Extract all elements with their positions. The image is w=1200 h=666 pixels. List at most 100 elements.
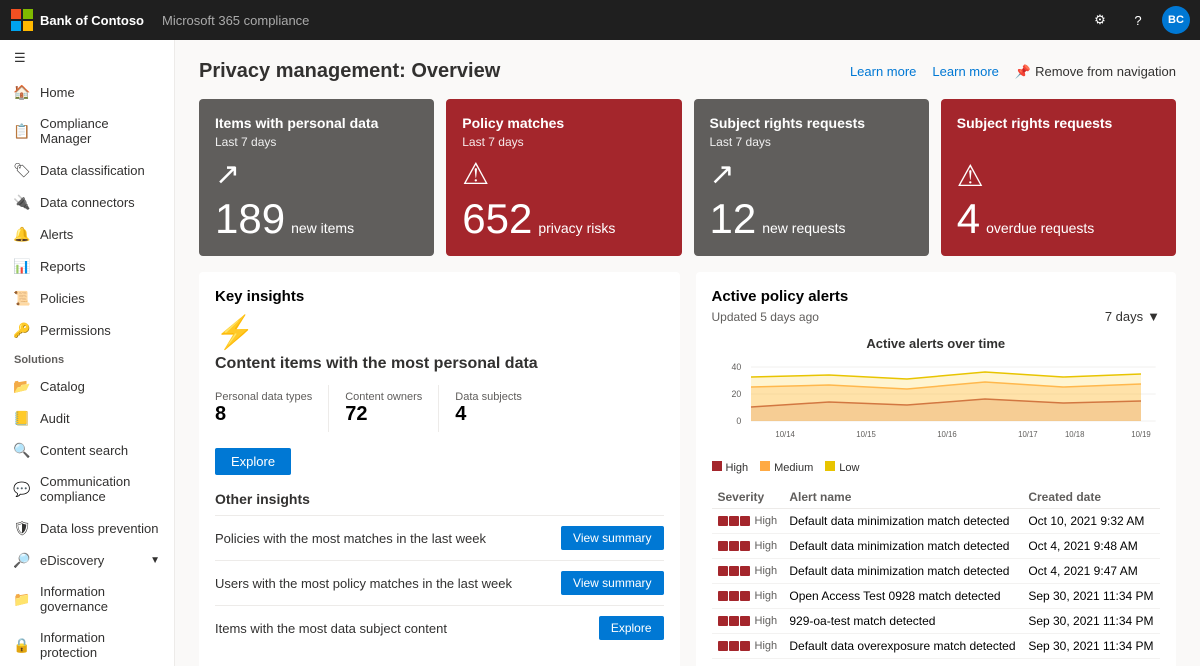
sidebar-item-audit[interactable]: 📒 Audit bbox=[0, 402, 174, 434]
sidebar-label-dlp: Data loss prevention bbox=[40, 521, 159, 536]
permissions-icon: 🔑 bbox=[14, 322, 30, 338]
stat-label-0: Personal data types bbox=[215, 391, 312, 403]
svg-text:10/15: 10/15 bbox=[856, 430, 876, 439]
help-icon[interactable]: ? bbox=[1124, 6, 1152, 34]
table-row: High Default data overexposure match det… bbox=[712, 634, 1161, 659]
sidebar-item-ediscovery[interactable]: 🔎 eDiscovery ▼ bbox=[0, 544, 174, 576]
card-value-0: 189 new items bbox=[215, 198, 418, 240]
ediscovery-expand-icon: ▼ bbox=[150, 555, 160, 566]
sidebar-item-catalog[interactable]: 📂 Catalog bbox=[0, 370, 174, 402]
hamburger-menu[interactable]: ☰ bbox=[0, 40, 174, 76]
sidebar-item-reports[interactable]: 📊 Reports bbox=[0, 250, 174, 282]
severity-badge-2-3 bbox=[729, 591, 739, 601]
card-policy-matches[interactable]: Policy matches Last 7 days ⚠ 652 privacy… bbox=[446, 99, 681, 256]
solutions-section-label: Solutions bbox=[0, 346, 174, 370]
card-items-personal-data[interactable]: Items with personal data Last 7 days ↗ 1… bbox=[199, 99, 434, 256]
sidebar-item-compliance-manager[interactable]: 📋 Compliance Manager bbox=[0, 108, 174, 154]
sidebar-item-data-connectors[interactable]: 🔌 Data connectors bbox=[0, 186, 174, 218]
view-summary-button-0[interactable]: View summary bbox=[561, 526, 663, 550]
sidebar-label-compliance-manager: Compliance Manager bbox=[40, 116, 160, 146]
insight-row-2: Items with the most data subject content… bbox=[215, 605, 664, 650]
sidebar-item-information-protection[interactable]: 🔒 Information protection bbox=[0, 622, 174, 666]
severity-label-1: High bbox=[755, 540, 778, 552]
severity-label-5: High bbox=[755, 640, 778, 652]
sidebar-item-content-search[interactable]: 🔍 Content search bbox=[0, 434, 174, 466]
sidebar-label-catalog: Catalog bbox=[40, 379, 85, 394]
severity-badge-3-4 bbox=[740, 616, 750, 626]
severity-label-0: High bbox=[755, 515, 778, 527]
sidebar-item-home[interactable]: 🏠 Home bbox=[0, 76, 174, 108]
card-subtitle-1: Last 7 days bbox=[462, 135, 665, 149]
chart-title: Active alerts over time bbox=[712, 336, 1161, 351]
alerts-updated: Updated 5 days ago 7 days ▼ bbox=[712, 309, 1161, 324]
sidebar-item-policies[interactable]: 📜 Policies bbox=[0, 282, 174, 314]
stat-personal-data-types: Personal data types 8 bbox=[215, 385, 329, 432]
cell-severity-0: High bbox=[712, 509, 784, 534]
sidebar-label-content-search: Content search bbox=[40, 443, 128, 458]
cell-name-2: Default data minimization match detected bbox=[783, 559, 1022, 584]
insight-row-1: Users with the most policy matches in th… bbox=[215, 560, 664, 605]
severity-badges-4 bbox=[718, 616, 750, 626]
audit-icon: 📒 bbox=[14, 410, 30, 426]
other-insights-title: Other insights bbox=[215, 491, 664, 507]
sidebar-label-policies: Policies bbox=[40, 291, 85, 306]
sidebar-item-communication-compliance[interactable]: 💬 Communication compliance bbox=[0, 466, 174, 512]
card-subject-rights-overdue[interactable]: Subject rights requests ⚠ 4 overdue requ… bbox=[941, 99, 1176, 256]
sidebar-item-data-classification[interactable]: 🏷 Data classification bbox=[0, 154, 174, 186]
cell-severity-5: High bbox=[712, 634, 784, 659]
sidebar-item-information-governance[interactable]: 📁 Information governance bbox=[0, 576, 174, 622]
svg-text:0: 0 bbox=[736, 416, 741, 426]
cell-date-0: Oct 10, 2021 9:32 AM bbox=[1022, 509, 1160, 534]
table-row: High Open Access Test 0928 match detecte… bbox=[712, 659, 1161, 666]
severity-badges-1 bbox=[718, 541, 750, 551]
cell-name-3: Open Access Test 0928 match detected bbox=[783, 584, 1022, 609]
summary-cards: Items with personal data Last 7 days ↗ 1… bbox=[199, 99, 1176, 256]
cell-name-0: Default data minimization match detected bbox=[783, 509, 1022, 534]
sidebar-item-permissions[interactable]: 🔑 Permissions bbox=[0, 314, 174, 346]
severity-badge-2-0 bbox=[729, 516, 739, 526]
cell-name-5: Default data overexposure match detected bbox=[783, 634, 1022, 659]
filter-chevron-icon: ▼ bbox=[1147, 309, 1160, 324]
card-subject-rights-new[interactable]: Subject rights requests Last 7 days ↗ 12… bbox=[694, 99, 929, 256]
view-summary-button-1[interactable]: View summary bbox=[561, 571, 663, 595]
legend-low: Low bbox=[825, 461, 859, 474]
remove-nav-link[interactable]: 📌 Remove from navigation bbox=[1015, 64, 1176, 80]
svg-text:10/16: 10/16 bbox=[937, 430, 957, 439]
severity-badge-2-4 bbox=[729, 616, 739, 626]
learn-more-label[interactable]: Learn more bbox=[932, 64, 998, 79]
product-title: Microsoft 365 compliance bbox=[162, 13, 309, 28]
table-row: High 929-oa-test match detected Sep 30, … bbox=[712, 609, 1161, 634]
settings-icon[interactable]: ⚙ bbox=[1086, 6, 1114, 34]
col-created-date: Created date bbox=[1022, 486, 1160, 509]
key-insights-panel: Key insights ⚡ Content items with the mo… bbox=[199, 272, 680, 666]
svg-text:10/17: 10/17 bbox=[1018, 430, 1037, 439]
sidebar-label-data-classification: Data classification bbox=[40, 163, 145, 178]
card-title-1: Policy matches bbox=[462, 115, 665, 131]
sidebar-item-alerts[interactable]: 🔔 Alerts bbox=[0, 218, 174, 250]
card-number-1: 652 bbox=[462, 198, 532, 240]
card-title-0: Items with personal data bbox=[215, 115, 418, 131]
alerts-filter[interactable]: 7 days ▼ bbox=[1105, 309, 1160, 324]
insights-title: Key insights bbox=[215, 288, 664, 305]
cell-date-3: Sep 30, 2021 11:34 PM bbox=[1022, 584, 1160, 609]
org-logo: Bank of Contoso bbox=[10, 8, 144, 32]
card-icon-0: ↗ bbox=[215, 157, 418, 192]
explore-sm-button[interactable]: Explore bbox=[599, 616, 664, 640]
avatar[interactable]: BC bbox=[1162, 6, 1190, 34]
severity-badge-1-3 bbox=[718, 591, 728, 601]
sidebar-item-data-loss-prevention[interactable]: 🛡 Data loss prevention bbox=[0, 512, 174, 544]
explore-button[interactable]: Explore bbox=[215, 448, 291, 475]
severity-badge-1-1 bbox=[718, 541, 728, 551]
cell-date-1: Oct 4, 2021 9:48 AM bbox=[1022, 534, 1160, 559]
card-icon-2: ↗ bbox=[710, 157, 913, 192]
data-loss-prevention-icon: 🛡 bbox=[14, 520, 30, 536]
content-search-icon: 🔍 bbox=[14, 442, 30, 458]
stat-data-subjects: Data subjects 4 bbox=[439, 385, 538, 432]
unpin-icon: 📌 bbox=[1015, 64, 1031, 80]
sidebar-label-home: Home bbox=[40, 85, 75, 100]
learn-more-link[interactable]: Learn more bbox=[850, 64, 916, 79]
card-number-0: 189 bbox=[215, 198, 285, 240]
card-value-2: 12 new requests bbox=[710, 198, 913, 240]
card-subtitle-3 bbox=[957, 135, 1160, 151]
severity-badges-3 bbox=[718, 591, 750, 601]
